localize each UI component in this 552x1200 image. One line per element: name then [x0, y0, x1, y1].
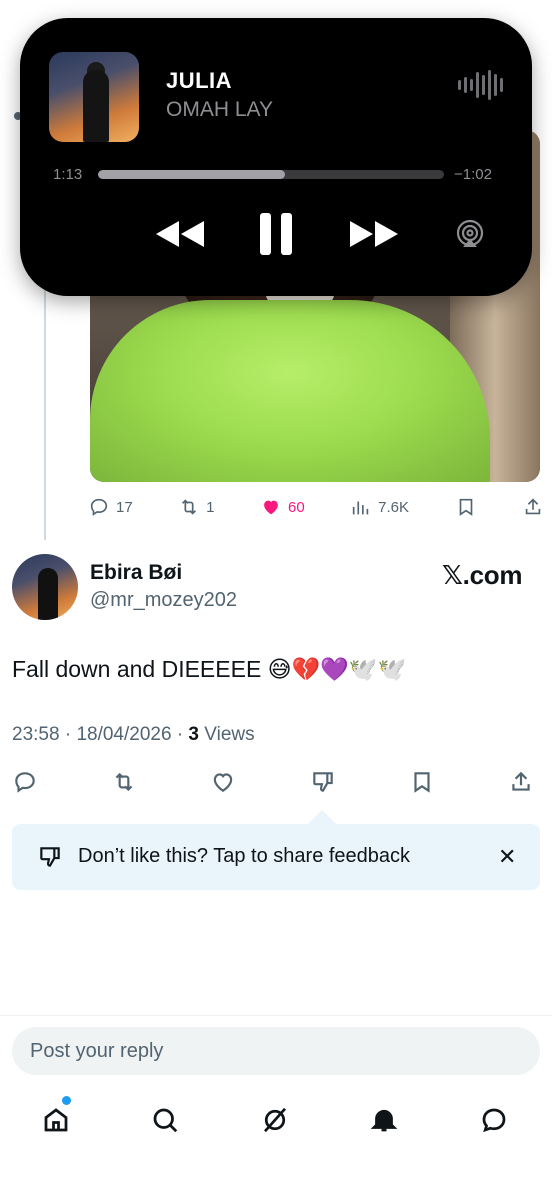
views-count-button[interactable]: 7.6K — [350, 496, 409, 518]
bookmark-button[interactable] — [409, 769, 435, 800]
reply-count-button[interactable]: 17 — [88, 496, 133, 518]
rewind-button[interactable] — [152, 210, 208, 258]
home-notification-dot — [62, 1096, 71, 1105]
reply-count: 17 — [116, 498, 133, 516]
home-icon — [44, 1108, 68, 1132]
author-handle[interactable]: @mr_mozey202 — [90, 589, 237, 612]
tab-notifications[interactable] — [364, 1100, 404, 1140]
tab-search[interactable] — [145, 1100, 185, 1140]
reply-placeholder: Post your reply — [30, 1039, 164, 1062]
search-icon — [153, 1108, 178, 1133]
x-com-watermark: 𝕏.com — [442, 560, 523, 590]
notifications-icon — [370, 1109, 398, 1132]
grok-icon — [263, 1107, 287, 1133]
airplay-icon — [456, 219, 484, 247]
reply-icon — [90, 498, 108, 516]
author-avatar[interactable] — [12, 554, 78, 620]
reply-input[interactable]: Post your reply — [12, 1027, 540, 1075]
divider — [0, 1015, 552, 1016]
tweet-views-count: 3 — [188, 724, 199, 745]
song-title: JULIA — [166, 68, 233, 93]
messages-icon — [482, 1108, 506, 1133]
bookmark-icon — [459, 498, 472, 516]
views-count: 7.6K — [378, 498, 410, 516]
bookmark-icon — [414, 771, 430, 793]
reply-icon — [15, 771, 35, 793]
bottom-tab-bar — [0, 1094, 552, 1144]
share-icon — [525, 498, 541, 515]
rewind-icon — [156, 221, 204, 247]
tweet-time: 23:58 — [12, 724, 60, 745]
fast-forward-icon — [350, 221, 398, 247]
remaining-time: −1:02 — [454, 166, 492, 183]
like-count-button[interactable]: 60 — [260, 496, 305, 518]
share-icon — [512, 771, 530, 791]
heart-icon — [214, 772, 233, 792]
reply-button[interactable] — [12, 769, 38, 800]
repost-count: 1 — [206, 498, 215, 516]
share-button[interactable] — [522, 496, 544, 518]
tab-home[interactable] — [36, 1100, 76, 1140]
playback-progress-bar[interactable] — [98, 170, 444, 179]
tweet-date: 18/04/2026 — [76, 724, 172, 745]
dislike-button[interactable] — [310, 769, 336, 800]
elapsed-time: 1:13 — [53, 166, 83, 183]
tweet-meta: 23:58 · 18/04/2026 · 3 Views — [12, 724, 255, 745]
thumbs-down-icon — [40, 847, 60, 867]
thumbs-down-icon — [312, 771, 333, 792]
feedback-prompt[interactable]: Don’t like this? Tap to share feedback ✕ — [12, 824, 540, 890]
now-playing-island[interactable]: JULIA OMAH LAY 1:13 −1:02 — [20, 18, 532, 296]
playback-progress-fill — [98, 170, 285, 179]
tab-messages[interactable] — [474, 1100, 514, 1140]
heart-filled-icon — [264, 500, 278, 515]
share-button[interactable] — [508, 769, 534, 800]
like-button[interactable] — [210, 769, 236, 800]
feedback-text: Don’t like this? Tap to share feedback — [78, 845, 411, 867]
tab-grok[interactable] — [255, 1100, 295, 1140]
like-count: 60 — [288, 498, 305, 516]
fast-forward-button[interactable] — [346, 210, 402, 258]
album-art — [49, 52, 139, 142]
repost-count-button[interactable]: 1 — [178, 496, 215, 518]
previous-tweet-engagement-bar: 17 1 60 7.6K — [88, 492, 544, 522]
repost-icon — [182, 499, 197, 515]
waveform-icon — [458, 68, 503, 102]
tweet-action-bar — [12, 766, 534, 802]
pause-button[interactable] — [254, 208, 298, 260]
song-artist: OMAH LAY — [166, 98, 273, 121]
tweet-text: Fall down and DIEEEEE 😅💔💜🕊️🕊️ — [12, 656, 407, 682]
analytics-icon — [353, 501, 369, 515]
bookmark-button[interactable] — [455, 496, 477, 518]
airplay-button[interactable] — [452, 214, 488, 254]
pause-icon — [260, 213, 292, 255]
author-name[interactable]: Ebira Bøi — [90, 561, 182, 585]
repost-icon — [115, 772, 133, 791]
repost-button[interactable] — [111, 769, 137, 800]
close-icon[interactable]: ✕ — [498, 844, 516, 870]
tweet-views-label: Views — [204, 724, 255, 745]
